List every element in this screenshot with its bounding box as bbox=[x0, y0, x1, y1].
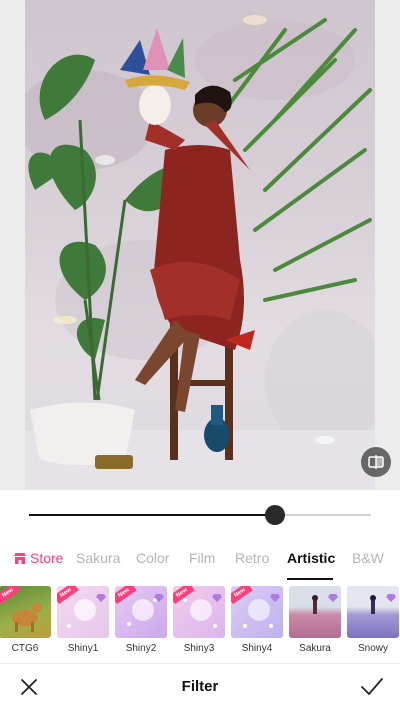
diamond-icon bbox=[154, 589, 164, 607]
diamond-icon bbox=[270, 589, 280, 607]
filter-label: Sakura bbox=[299, 643, 331, 654]
diamond-icon bbox=[328, 589, 338, 607]
compare-icon bbox=[368, 455, 384, 469]
filter-ctg6[interactable]: New CTG6 bbox=[0, 586, 51, 654]
slider-thumb[interactable] bbox=[265, 505, 286, 525]
tab-store-label: Store bbox=[30, 550, 64, 566]
tab-color[interactable]: Color bbox=[136, 550, 169, 566]
filter-category-tabs: Store Sakura Color Film Retro Artistic B… bbox=[0, 546, 400, 580]
edited-photo[interactable] bbox=[25, 0, 375, 490]
tab-artistic[interactable]: Artistic bbox=[287, 550, 335, 566]
tab-bw[interactable]: B&W bbox=[352, 550, 384, 566]
filter-label: Snowy bbox=[357, 643, 388, 654]
filter-thumbnail: New bbox=[115, 586, 167, 638]
filter-label: Shiny4 bbox=[241, 643, 273, 654]
tab-film[interactable]: Film bbox=[189, 550, 215, 566]
filter-panel: Store Sakura Color Film Retro Artistic B… bbox=[0, 490, 400, 711]
filter-label: Shiny2 bbox=[125, 643, 157, 654]
filter-label: CTG6 bbox=[11, 643, 39, 654]
tab-retro[interactable]: Retro bbox=[235, 550, 269, 566]
diamond-icon bbox=[386, 589, 396, 607]
photo-canvas-area bbox=[0, 0, 400, 490]
filter-snowy[interactable]: Snowy bbox=[347, 586, 399, 654]
photo-illustration bbox=[25, 15, 375, 490]
checkmark-icon bbox=[361, 678, 383, 695]
diamond-icon bbox=[212, 589, 222, 607]
confirm-button[interactable] bbox=[360, 676, 384, 698]
filter-label: Shiny1 bbox=[67, 643, 99, 654]
filter-label: Shiny3 bbox=[183, 643, 215, 654]
filter-thumbnail: New bbox=[0, 586, 51, 638]
filter-shiny1[interactable]: New Shiny1 bbox=[57, 586, 109, 654]
filter-sakura[interactable]: Sakura bbox=[289, 586, 341, 654]
filter-thumbnail bbox=[289, 586, 341, 638]
active-tab-indicator bbox=[287, 578, 333, 580]
panel-title: Filter bbox=[181, 678, 219, 695]
filter-thumbnail bbox=[347, 586, 399, 638]
filter-shiny2[interactable]: New Shiny2 bbox=[115, 586, 167, 654]
filter-thumbnail: New bbox=[173, 586, 225, 638]
filter-shiny3[interactable]: New Shiny3 bbox=[173, 586, 225, 654]
diamond-icon bbox=[96, 589, 106, 607]
filter-thumbnail-strip: New CTG6 New Shiny1 New Shiny2 New Shiny… bbox=[0, 586, 400, 658]
store-icon bbox=[13, 552, 27, 565]
filter-shiny4[interactable]: New Shiny4 bbox=[231, 586, 283, 654]
compare-button[interactable] bbox=[361, 447, 391, 477]
tab-store[interactable]: Store bbox=[13, 550, 63, 566]
slider-fill bbox=[29, 514, 276, 516]
intensity-slider[interactable] bbox=[29, 504, 371, 526]
tab-sakura[interactable]: Sakura bbox=[76, 550, 120, 566]
bottom-action-bar: Filter bbox=[0, 663, 400, 711]
filter-thumbnail: New bbox=[57, 586, 109, 638]
filter-thumbnail: New bbox=[231, 586, 283, 638]
